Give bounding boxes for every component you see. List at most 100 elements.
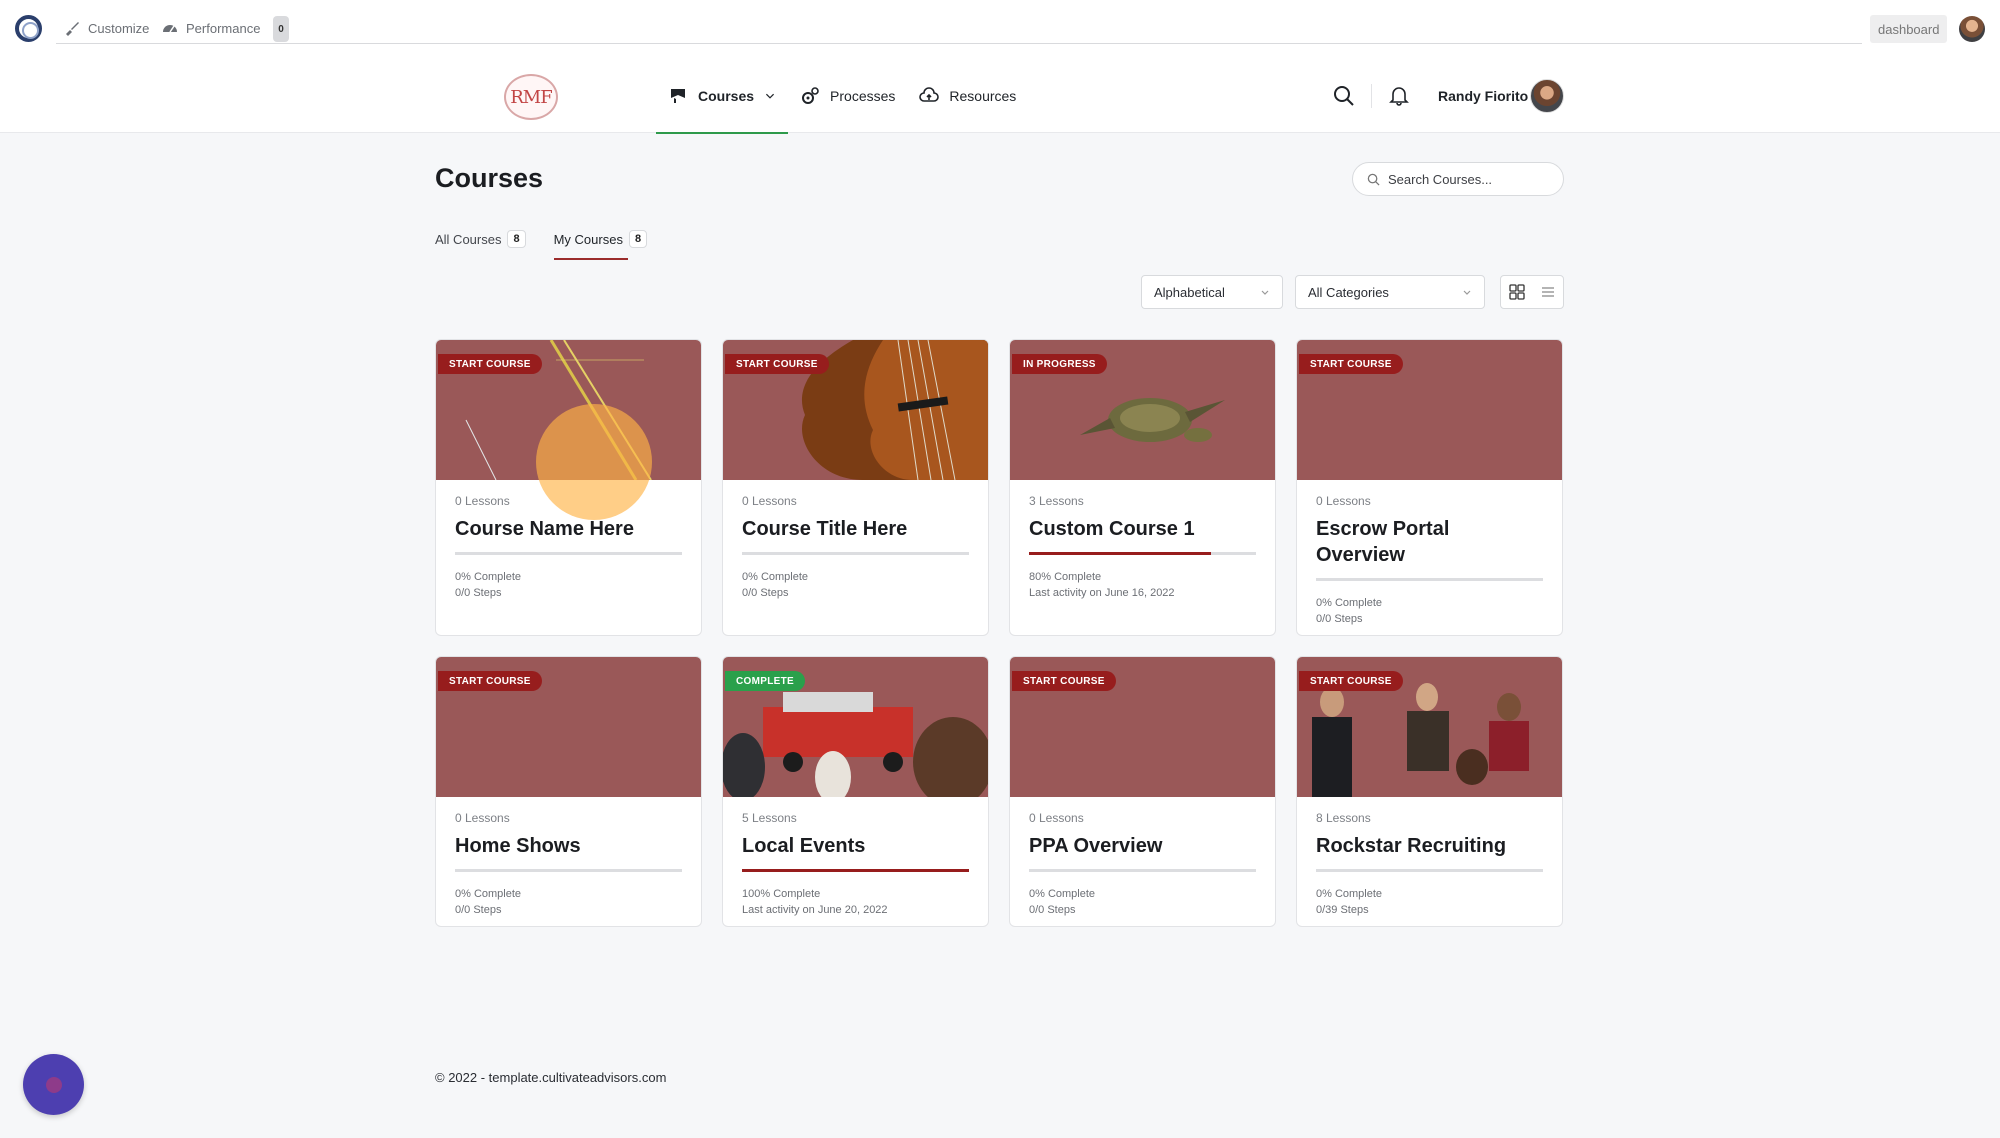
lesson-count: 0 Lessons xyxy=(742,494,797,508)
tab-all-courses[interactable]: All Courses 8 xyxy=(435,230,526,260)
last-activity-text: Last activity on June 20, 2022 xyxy=(742,904,888,916)
course-card-body: 0 Lessons Course Title Here 0% Complete … xyxy=(723,480,988,617)
brush-icon xyxy=(66,22,79,36)
click-indicator xyxy=(536,404,652,520)
site-logo-icon[interactable] xyxy=(15,15,42,42)
category-select[interactable]: All Categories xyxy=(1295,275,1485,309)
nav-item-courses[interactable]: Courses xyxy=(656,58,789,134)
course-card[interactable]: IN PROGRESS 3 Lessons Custom Course 1 80… xyxy=(1009,339,1276,636)
progress-bar xyxy=(742,552,969,555)
course-search[interactable] xyxy=(1352,162,1564,196)
nav-item-processes[interactable]: Processes xyxy=(788,58,907,133)
course-status-badge: COMPLETE xyxy=(725,671,805,691)
nav-label-resources: Resources xyxy=(949,87,1017,104)
course-title[interactable]: PPA Overview xyxy=(1029,833,1256,859)
course-status: 0% Complete 0/0 Steps xyxy=(455,569,682,601)
course-card-body: 5 Lessons Local Events 100% Complete Las… xyxy=(723,797,988,926)
progress-text: 0% Complete xyxy=(455,571,522,583)
progress-text: 0% Complete xyxy=(742,571,809,583)
course-card[interactable]: START COURSE 0 Lessons PPA Overview 0% C… xyxy=(1009,656,1276,927)
progress-text: 0% Complete xyxy=(455,888,522,900)
course-card-body: 3 Lessons Custom Course 1 80% Complete L… xyxy=(1010,480,1275,617)
progress-bar xyxy=(455,552,682,555)
steps-text: 0/0 Steps xyxy=(455,587,502,599)
course-status: 0% Complete 0/39 Steps xyxy=(1316,886,1543,918)
category-select-value: All Categories xyxy=(1308,284,1389,300)
page-title: Courses xyxy=(435,163,544,193)
course-thumbnail[interactable]: START COURSE xyxy=(1297,657,1562,797)
course-title[interactable]: Custom Course 1 xyxy=(1029,516,1256,542)
course-thumbnail[interactable]: IN PROGRESS xyxy=(1010,340,1275,480)
lesson-count: 0 Lessons xyxy=(1316,494,1371,508)
admin-bar: Customize Performance 0 dashboard xyxy=(0,0,2000,58)
tab-label: All Courses xyxy=(435,231,502,247)
course-title[interactable]: Escrow Portal Overview xyxy=(1316,516,1543,568)
course-title[interactable]: Course Title Here xyxy=(742,516,969,542)
course-thumbnail[interactable]: START COURSE xyxy=(723,340,988,480)
progress-text: 100% Complete xyxy=(742,888,821,900)
brand-logo[interactable]: RMF xyxy=(504,74,558,120)
grid-icon xyxy=(1508,284,1525,300)
course-card[interactable]: START COURSE 0 Lessons Home Shows 0% Com… xyxy=(435,656,702,927)
course-status-badge: START COURSE xyxy=(1299,671,1403,691)
performance-count-badge: 0 xyxy=(273,16,289,42)
lesson-count: 5 Lessons xyxy=(742,811,797,825)
steps-text: 0/0 Steps xyxy=(1316,613,1363,625)
steps-text: 0/0 Steps xyxy=(455,904,502,916)
tab-count-badge: 8 xyxy=(628,230,648,248)
course-tabs: All Courses 8 My Courses 8 xyxy=(435,230,648,260)
grid-view-button[interactable] xyxy=(1501,276,1532,308)
search-icon[interactable] xyxy=(1333,85,1355,107)
chat-launcher-button[interactable] xyxy=(23,1054,84,1115)
course-title[interactable]: Rockstar Recruiting xyxy=(1316,833,1543,859)
progress-text: 80% Complete xyxy=(1029,571,1102,583)
nav-label-courses: Courses xyxy=(698,87,755,104)
tab-count-badge: 8 xyxy=(507,230,526,248)
progress-text: 0% Complete xyxy=(1316,597,1383,609)
progress-bar xyxy=(1316,869,1543,872)
course-title[interactable]: Local Events xyxy=(742,833,969,859)
course-thumbnail[interactable]: START COURSE xyxy=(436,657,701,797)
course-thumbnail[interactable]: COMPLETE xyxy=(723,657,988,797)
bell-icon[interactable] xyxy=(1388,84,1410,106)
course-card[interactable]: COMPLETE 5 Lessons Local Events 100% Com… xyxy=(722,656,989,927)
chevron-down-icon xyxy=(1261,290,1269,295)
course-card[interactable]: START COURSE 0 Lessons Escrow Portal Ove… xyxy=(1296,339,1563,636)
performance-link[interactable]: Performance xyxy=(162,20,260,36)
course-card-body: 0 Lessons Escrow Portal Overview 0% Comp… xyxy=(1297,480,1562,635)
customize-link[interactable]: Customize xyxy=(64,20,149,36)
course-thumbnail[interactable]: START COURSE xyxy=(1297,340,1562,480)
user-avatar[interactable] xyxy=(1530,79,1564,113)
nav-item-resources[interactable]: Resources xyxy=(907,58,1028,133)
course-status: 0% Complete 0/0 Steps xyxy=(1316,595,1543,627)
footer-copyright: © 2022 - template.cultivateadvisors.com xyxy=(435,1070,667,1085)
course-card[interactable]: START COURSE 8 Lessons Rockstar Recruiti… xyxy=(1296,656,1563,927)
customize-label: Customize xyxy=(88,20,150,36)
progress-bar xyxy=(742,869,969,872)
list-view-button[interactable] xyxy=(1532,276,1563,308)
progress-text: 0% Complete xyxy=(1316,888,1383,900)
tab-my-courses[interactable]: My Courses 8 xyxy=(553,230,648,260)
view-toggle xyxy=(1500,275,1564,309)
course-search-input[interactable] xyxy=(1388,171,1548,187)
course-thumbnail[interactable]: START COURSE xyxy=(1010,657,1275,797)
user-name[interactable]: Randy Fiorito xyxy=(1438,88,1528,104)
site-header: RMF Courses Processes Resources Randy Fi… xyxy=(0,58,2000,134)
progress-fill xyxy=(742,869,969,872)
main-nav: Courses Processes Resources xyxy=(656,58,1028,134)
courses-icon xyxy=(671,88,685,103)
steps-text: 0/0 Steps xyxy=(742,587,789,599)
progress-bar xyxy=(1029,552,1256,555)
header-divider xyxy=(1371,84,1372,108)
dashboard-link[interactable]: dashboard xyxy=(1870,15,1948,43)
course-card[interactable]: START COURSE 0 Lessons Course Title Here… xyxy=(722,339,989,636)
course-title[interactable]: Course Name Here xyxy=(455,516,682,542)
course-status-badge: START COURSE xyxy=(438,354,542,374)
course-title[interactable]: Home Shows xyxy=(455,833,682,859)
sort-select[interactable]: Alphabetical xyxy=(1141,275,1283,309)
last-activity-text: Last activity on June 16, 2022 xyxy=(1029,587,1175,599)
course-card-body: 0 Lessons PPA Overview 0% Complete 0/0 S… xyxy=(1010,797,1275,926)
progress-bar xyxy=(1029,869,1256,872)
course-status: 0% Complete 0/0 Steps xyxy=(1029,886,1256,918)
admin-avatar[interactable] xyxy=(1959,16,1985,42)
